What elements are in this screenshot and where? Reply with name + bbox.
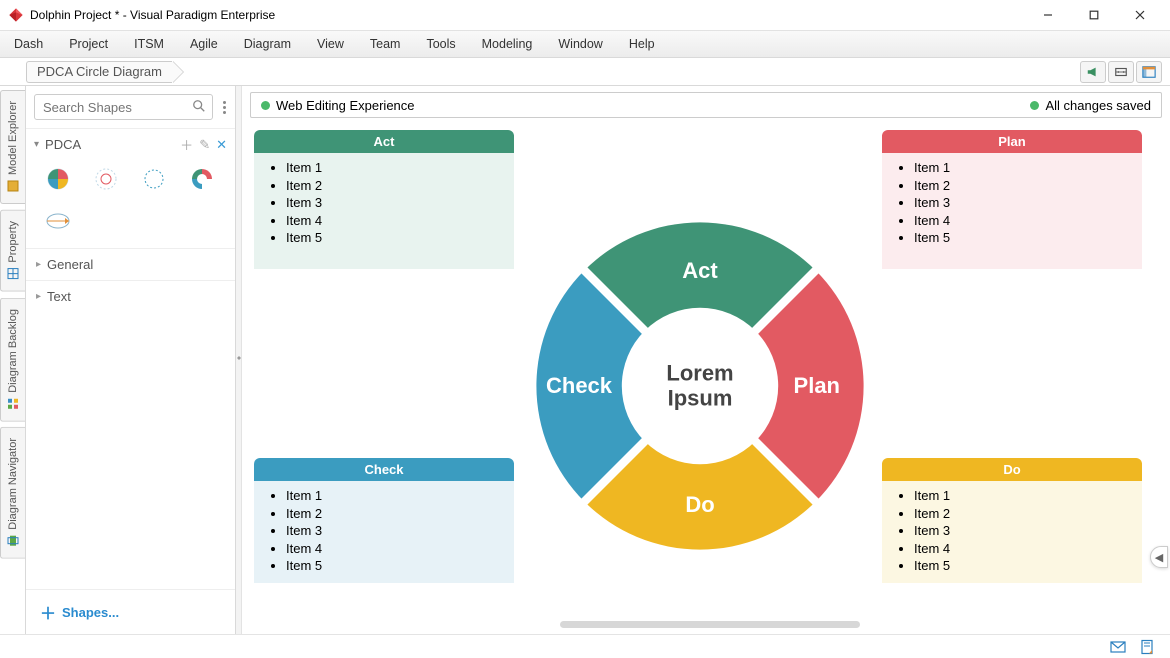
edit-shape-icon[interactable]: ✎ bbox=[199, 137, 210, 153]
menu-agile[interactable]: Agile bbox=[190, 37, 218, 51]
accordion-general[interactable]: ▸General bbox=[26, 248, 235, 280]
sidetab-diagram-backlog[interactable]: Diagram Backlog bbox=[0, 298, 25, 422]
mail-icon[interactable] bbox=[1110, 639, 1126, 655]
circle-label-check: Check bbox=[546, 373, 612, 399]
close-shape-section-icon[interactable]: ✕ bbox=[216, 137, 227, 153]
menu-diagram[interactable]: Diagram bbox=[244, 37, 291, 51]
shape-palette-item[interactable] bbox=[134, 162, 174, 196]
minimize-button[interactable] bbox=[1026, 0, 1070, 30]
search-icon[interactable] bbox=[192, 99, 206, 116]
maximize-button[interactable] bbox=[1072, 0, 1116, 30]
canvas-status-bar: Web Editing Experience All changes saved bbox=[250, 92, 1162, 118]
shape-palette-item[interactable] bbox=[38, 204, 78, 238]
shapes-section-title: PDCA bbox=[45, 137, 81, 152]
menu-team[interactable]: Team bbox=[370, 37, 401, 51]
diagram-canvas[interactable]: Act Item 1 Item 2 Item 3 Item 4 Item 5 P… bbox=[250, 122, 1162, 630]
card-act[interactable]: Act Item 1 Item 2 Item 3 Item 4 Item 5 bbox=[254, 130, 514, 269]
status-left-text: Web Editing Experience bbox=[276, 98, 415, 113]
circle-center-text: LoremIpsum bbox=[666, 361, 733, 412]
shapes-more-link[interactable]: ＋Shapes... bbox=[26, 589, 235, 634]
shapes-section-caret[interactable]: ▾ bbox=[34, 139, 39, 150]
status-right-text: All changes saved bbox=[1045, 98, 1151, 113]
status-dot-right bbox=[1030, 101, 1039, 110]
note-icon[interactable] bbox=[1140, 639, 1156, 655]
shape-palette-item[interactable] bbox=[182, 162, 222, 196]
card-plan[interactable]: Plan Item 1 Item 2 Item 3 Item 4 Item 5 bbox=[882, 130, 1142, 269]
card-check[interactable]: Check Item 1 Item 2 Item 3 Item 4 Item 5 bbox=[254, 458, 514, 583]
shape-palette-item[interactable] bbox=[86, 162, 126, 196]
menu-modeling[interactable]: Modeling bbox=[482, 37, 533, 51]
toolbar-megaphone-icon[interactable] bbox=[1080, 61, 1106, 83]
accordion-text[interactable]: ▸Text bbox=[26, 280, 235, 312]
right-collapse-handle[interactable]: ◀ bbox=[1150, 546, 1168, 568]
menu-help[interactable]: Help bbox=[629, 37, 655, 51]
pdca-circle[interactable]: Act Plan Do Check LoremIpsum bbox=[530, 216, 870, 556]
breadcrumb: PDCA Circle Diagram bbox=[26, 58, 172, 85]
toolbar-panels-icon[interactable] bbox=[1136, 61, 1162, 83]
status-dot-left bbox=[261, 101, 270, 110]
menu-itsm[interactable]: ITSM bbox=[134, 37, 164, 51]
menu-dash[interactable]: Dash bbox=[14, 37, 43, 51]
add-shape-icon[interactable]: ＋ bbox=[180, 135, 193, 154]
search-kebab-menu[interactable] bbox=[219, 97, 227, 118]
menu-window[interactable]: Window bbox=[558, 37, 602, 51]
search-input[interactable] bbox=[34, 94, 213, 120]
circle-label-do: Do bbox=[685, 492, 714, 518]
menu-tools[interactable]: Tools bbox=[426, 37, 455, 51]
search-shapes-field[interactable] bbox=[43, 100, 186, 115]
menu-view[interactable]: View bbox=[317, 37, 344, 51]
horizontal-scrollbar[interactable] bbox=[560, 621, 860, 628]
toolbar-fit-icon[interactable] bbox=[1108, 61, 1134, 83]
card-do[interactable]: Do Item 1 Item 2 Item 3 Item 4 Item 5 bbox=[882, 458, 1142, 583]
close-button[interactable] bbox=[1118, 0, 1162, 30]
breadcrumb-diagram[interactable]: PDCA Circle Diagram bbox=[26, 61, 172, 83]
window-title: Dolphin Project * - Visual Paradigm Ente… bbox=[30, 8, 1026, 22]
shape-palette bbox=[26, 160, 235, 248]
menu-bar: Dash Project ITSM Agile Diagram View Tea… bbox=[0, 30, 1170, 58]
sidetab-diagram-navigator[interactable]: Diagram Navigator bbox=[0, 427, 25, 559]
circle-label-plan: Plan bbox=[794, 373, 840, 399]
app-icon bbox=[8, 7, 24, 23]
menu-project[interactable]: Project bbox=[69, 37, 108, 51]
sidetab-model-explorer[interactable]: Model Explorer bbox=[0, 90, 25, 204]
sidetab-property[interactable]: Property bbox=[0, 210, 25, 292]
circle-label-act: Act bbox=[682, 258, 717, 284]
footer-bar bbox=[0, 634, 1170, 658]
shape-palette-item[interactable] bbox=[38, 162, 78, 196]
